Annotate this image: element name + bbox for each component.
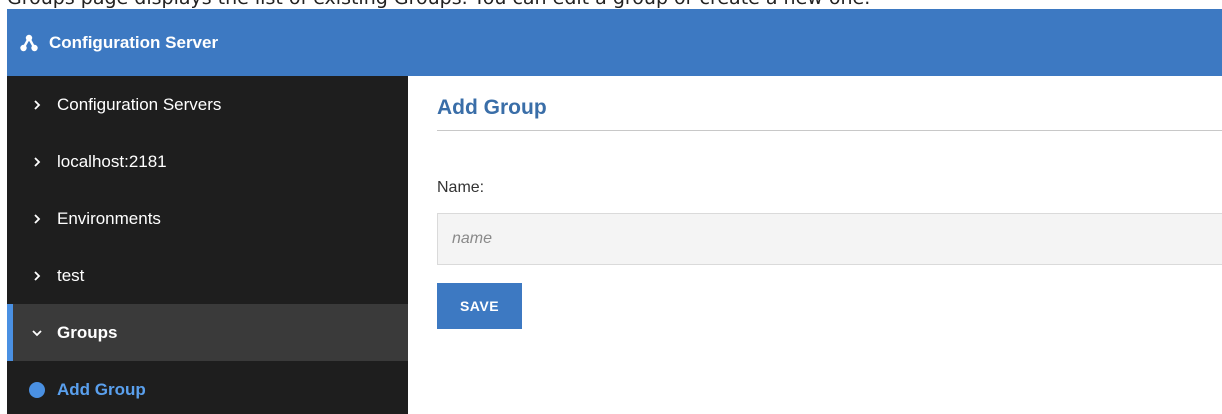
sidebar-item-label: localhost:2181: [57, 151, 167, 171]
sidebar-item-groups[interactable]: Groups: [7, 304, 408, 361]
page-title: Add Group: [437, 96, 547, 119]
top-clipped-text: Groups page displays the list of existin…: [7, 0, 870, 9]
sidebar-item-label: Configuration Servers: [57, 94, 222, 114]
main-content: Add Group Name: SAVE: [408, 76, 1222, 414]
sidebar-item-localhost[interactable]: localhost:2181: [7, 133, 408, 190]
page: Groups page displays the list of existin…: [0, 0, 1222, 414]
app-window: Configuration Server Configuration Serve…: [7, 9, 1222, 414]
title-divider: [437, 130, 1222, 131]
sidebar-item-environments[interactable]: Environments: [7, 190, 408, 247]
sidebar-subitem-label: Add Group: [57, 379, 146, 399]
save-button[interactable]: SAVE: [437, 283, 522, 329]
chevron-down-icon: [29, 328, 45, 338]
sidebar: Configuration Servers localhost:2181 Env…: [7, 76, 408, 414]
app-header: Configuration Server: [7, 9, 1222, 76]
chevron-right-icon: [29, 156, 45, 168]
sidebar-item-label: Environments: [57, 208, 161, 228]
sidebar-item-configuration-servers[interactable]: Configuration Servers: [7, 76, 408, 133]
sidebar-subitem-add-group[interactable]: Add Group: [7, 361, 408, 414]
sidebar-item-label: Groups: [57, 322, 118, 342]
bullet-icon: [29, 381, 45, 398]
name-label: Name:: [437, 179, 485, 196]
chevron-right-icon: [29, 213, 45, 225]
name-input[interactable]: [437, 213, 1222, 265]
network-icon: [19, 33, 39, 53]
chevron-right-icon: [29, 99, 45, 111]
sidebar-item-test[interactable]: test: [7, 247, 408, 304]
sidebar-item-label: test: [57, 265, 85, 285]
app-title: Configuration Server: [49, 32, 219, 52]
active-indicator: [7, 304, 13, 361]
chevron-right-icon: [29, 270, 45, 282]
